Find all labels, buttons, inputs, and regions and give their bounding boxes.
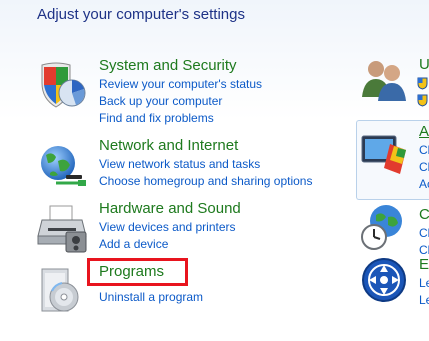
- ease-of-access-icon[interactable]: [360, 256, 408, 304]
- user-accounts-title[interactable]: U: [419, 56, 429, 73]
- category-system-security: System and Security Review your computer…: [36, 57, 336, 127]
- clock-link-2[interactable]: Cl: [419, 243, 429, 257]
- appearance-icon[interactable]: [360, 130, 408, 178]
- link-add-device[interactable]: Add a device: [99, 237, 168, 251]
- programs-highlight-box: [87, 258, 188, 286]
- shield-icon: [417, 94, 428, 107]
- printer-icon[interactable]: [36, 202, 90, 256]
- link-uninstall-program[interactable]: Uninstall a program: [99, 290, 203, 304]
- appearance-link-2[interactable]: Cl: [419, 160, 429, 174]
- user-accounts-icon[interactable]: [360, 55, 408, 103]
- category-network-internet: Network and Internet View network status…: [36, 137, 336, 193]
- system-security-icon[interactable]: [36, 59, 90, 113]
- category-title-network-internet[interactable]: Network and Internet: [99, 137, 238, 154]
- clock-region-title[interactable]: C: [419, 206, 429, 223]
- appearance-title[interactable]: A: [419, 123, 429, 140]
- link-homegroup-sharing[interactable]: Choose homegroup and sharing options: [99, 174, 312, 188]
- appearance-link-3[interactable]: Ac: [419, 177, 429, 191]
- ease-link-2[interactable]: Le: [419, 293, 429, 307]
- link-back-up[interactable]: Back up your computer: [99, 94, 222, 108]
- network-globe-icon[interactable]: [36, 139, 90, 193]
- link-network-status[interactable]: View network status and tasks: [99, 157, 260, 171]
- clock-globe-icon[interactable]: [360, 203, 408, 251]
- link-review-status[interactable]: Review your computer's status: [99, 77, 262, 91]
- category-hardware-sound: Hardware and Sound View devices and prin…: [36, 200, 336, 256]
- appearance-link-1[interactable]: Cl: [419, 143, 429, 157]
- ease-link-1[interactable]: Le: [419, 276, 429, 290]
- ease-of-access-title[interactable]: Ea: [419, 256, 429, 273]
- page-title: Adjust your computer's settings: [37, 6, 245, 23]
- shield-icon: [417, 77, 428, 90]
- clock-link-1[interactable]: Cl: [419, 226, 429, 240]
- right-column: U A Cl Cl Ac C Cl Cl Ea Le Le: [356, 0, 429, 341]
- category-title-hardware-sound[interactable]: Hardware and Sound: [99, 200, 241, 217]
- link-find-fix-problems[interactable]: Find and fix problems: [99, 111, 214, 125]
- category-title-system-security[interactable]: System and Security: [99, 57, 237, 74]
- link-devices-printers[interactable]: View devices and printers: [99, 220, 236, 234]
- programs-disc-icon[interactable]: [36, 265, 90, 319]
